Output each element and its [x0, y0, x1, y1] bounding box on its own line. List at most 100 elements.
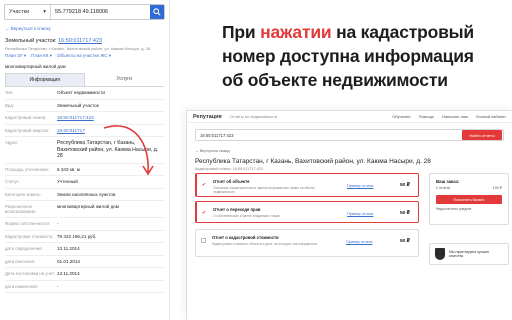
- parcel-title-prefix: Земельный участок:: [5, 38, 57, 44]
- info-key: Тип:: [5, 90, 14, 95]
- site-logo-subtitle: Отчеты по недвижимости: [229, 114, 278, 119]
- info-key: Статус:: [5, 179, 20, 184]
- info-value: -: [57, 283, 59, 289]
- order-count-row: 2 отчета 100 ₽: [436, 186, 502, 190]
- nav-help[interactable]: Помощь: [419, 114, 434, 119]
- info-value: 79 322 196,21 руб.: [57, 233, 97, 239]
- quality-badge-text: Мы гарантируем лучшее качество: [449, 249, 490, 259]
- info-key: Адрес:: [5, 140, 19, 145]
- info-value: многоквартирный жилой дом: [57, 204, 119, 209]
- info-key: Кадастровый квартал:: [5, 127, 50, 133]
- info-row: Площадь уточненная: 6 343 кв. м: [5, 164, 164, 176]
- order-summary: Ваш заказ: 2 отчета 100 ₽ Пополнить бала…: [429, 173, 509, 225]
- info-row: дата внесения: 01.01.2014: [5, 256, 164, 268]
- parcel-address: Республика Татарстан, г Казань, Вахитовс…: [5, 46, 151, 51]
- checkmark-icon[interactable]: ✔: [202, 182, 208, 188]
- info-value: -: [57, 221, 59, 226]
- report-example-link[interactable]: Пример отчета: [347, 184, 373, 188]
- report-example-link[interactable]: Пример отчета: [347, 212, 373, 216]
- info-key: Дата постановки на учет:: [5, 271, 56, 276]
- info-key: дата изменения:: [5, 283, 39, 289]
- site-cadastral-number: Кадастровый номер: 16:50:011717:423: [195, 167, 263, 171]
- tab-info[interactable]: Информация: [5, 73, 85, 86]
- search-type-label: Участки: [9, 9, 30, 15]
- info-key: Площадь уточненная:: [5, 166, 49, 172]
- report-title: Отчет о кадастровой стоимости: [212, 235, 279, 240]
- object-type: многоквартирный жилой дом: [5, 64, 66, 69]
- info-key: Кадастровый номер:: [5, 115, 47, 120]
- info-row: Категория земель: Земли населённых пункто…: [5, 189, 164, 201]
- chevron-down-icon: ▾: [43, 9, 46, 15]
- headline-highlight: нажатии: [260, 22, 332, 42]
- shield-icon: [435, 248, 445, 260]
- info-value[interactable]: 16:50:011717: [57, 128, 164, 134]
- info-value: Республика Татарстан, г Казань, Вахитовс…: [57, 140, 159, 159]
- objects-on-parcel-link[interactable]: Объекты на участке ЖС ▾: [57, 53, 111, 59]
- panel-tabs: Информация Услуги: [5, 73, 164, 87]
- find-reports-button[interactable]: Найти отчеты: [462, 130, 502, 140]
- report-example-link[interactable]: Пример отчета: [346, 240, 372, 244]
- order-count: 2 отчета: [436, 186, 450, 190]
- info-row: дата определения: 13.11.2014: [5, 243, 164, 256]
- order-sum: 100 ₽: [492, 186, 502, 190]
- report-price: 50 ₽: [399, 183, 410, 188]
- info-row: Тип: Объект недвижимости: [5, 87, 164, 100]
- info-value: Земли населённых пунктов: [57, 191, 116, 197]
- report-card[interactable]: Отчет о кадастровой стоимости Кадастровая…: [195, 229, 419, 257]
- info-value: 13.11.2014: [57, 271, 80, 276]
- search-icon: [153, 8, 161, 16]
- tab-services[interactable]: Услуги: [85, 73, 165, 86]
- info-value: Земельный участок: [57, 102, 99, 108]
- nav-account[interactable]: Личный кабинет: [476, 114, 506, 119]
- info-row: Дата постановки на учет: 13.11.2014: [5, 268, 164, 281]
- info-key: Кадастровая стоимость:: [5, 233, 54, 239]
- info-value: Учтенный: [57, 179, 78, 184]
- promo-headline: При нажатии на кадастровый номер доступн…: [222, 20, 492, 92]
- info-row: Кадастровая стоимость: 79 322 196,21 руб.: [5, 231, 164, 243]
- top-up-button[interactable]: Пополнить баланс: [436, 195, 502, 204]
- info-key: Разрешенное использование:: [5, 204, 37, 214]
- report-site-preview: Репутация Отчеты по недвижимости Обучени…: [186, 110, 512, 320]
- info-row: Разрешенное использование: многоквартирны…: [5, 201, 164, 218]
- search-input[interactable]: 55.779218 49.118006: [51, 5, 150, 19]
- info-row: Статус: Учтенный: [5, 176, 164, 189]
- report-description: Кадастровая стоимость объекта и дата, на…: [212, 242, 317, 246]
- info-key: дата внесения:: [5, 258, 36, 264]
- info-row: Кадастровый квартал: 16:50:011717: [5, 125, 164, 137]
- back-to-list-link[interactable]: ← Вернуться к списку: [5, 26, 164, 31]
- report-card[interactable]: ✔ Отчет о переходе прав О собственниках и …: [195, 201, 419, 223]
- report-description: Основные характеристики и зарегистрирова…: [213, 186, 315, 194]
- nav-contact[interactable]: Написать нам: [442, 114, 468, 119]
- site-logo[interactable]: Репутация: [193, 114, 222, 120]
- nav-learning[interactable]: Обучение: [392, 114, 410, 119]
- site-back-link[interactable]: ← Вернуться назад: [195, 149, 504, 153]
- plan-zu-link[interactable]: План ЗУ ▾: [5, 53, 26, 59]
- parcel-title: Земельный участок: 16:50:011717:423: [5, 38, 164, 44]
- site-nav: Обучение Помощь Написать нам Личный каби…: [392, 114, 506, 119]
- plan-kk-link[interactable]: План КК ▾: [31, 53, 52, 59]
- report-title: Отчет об объекте: [213, 179, 250, 184]
- search-type-select[interactable]: Участки ▾: [5, 5, 51, 19]
- parcel-links: План ЗУ ▾ План КК ▾ Объекты на участке Ж…: [5, 53, 164, 59]
- parcel-cadastral-link[interactable]: 16:50:011717:423: [58, 38, 102, 44]
- search-bar: Участки ▾ 55.779218 49.118006: [4, 4, 165, 20]
- info-key: дата определения:: [5, 246, 43, 251]
- checkmark-icon[interactable]: ✔: [202, 210, 208, 216]
- info-key: Форма собственности:: [5, 221, 51, 226]
- info-table: Тип: Объект недвижимости Вид: Земельный уча…: [5, 87, 164, 293]
- info-value: 01.01.2014: [57, 258, 80, 264]
- site-search-input[interactable]: 16:50:011717:423: [196, 133, 462, 138]
- info-key: Вид:: [5, 102, 14, 108]
- info-value[interactable]: 16:50:011717:423: [57, 115, 164, 121]
- info-row: Форма собственности: -: [5, 218, 164, 231]
- info-value: 6 343 кв. м: [57, 166, 80, 172]
- report-title: Отчет о переходе прав: [213, 207, 261, 212]
- site-search-bar: 16:50:011717:423 Найти отчеты: [195, 129, 504, 141]
- report-price: 50 ₽: [399, 211, 410, 216]
- report-description: О собственниках и ранее владевших лицах: [213, 214, 280, 218]
- info-row: дата изменения: -: [5, 281, 164, 293]
- info-row: Адрес: Республика Татарстан, г Казань, Ва…: [5, 137, 164, 164]
- report-card[interactable]: ✔ Отчет об объекте Основные характеристики…: [195, 173, 419, 197]
- search-button[interactable]: [150, 5, 164, 19]
- checkbox[interactable]: [201, 238, 206, 243]
